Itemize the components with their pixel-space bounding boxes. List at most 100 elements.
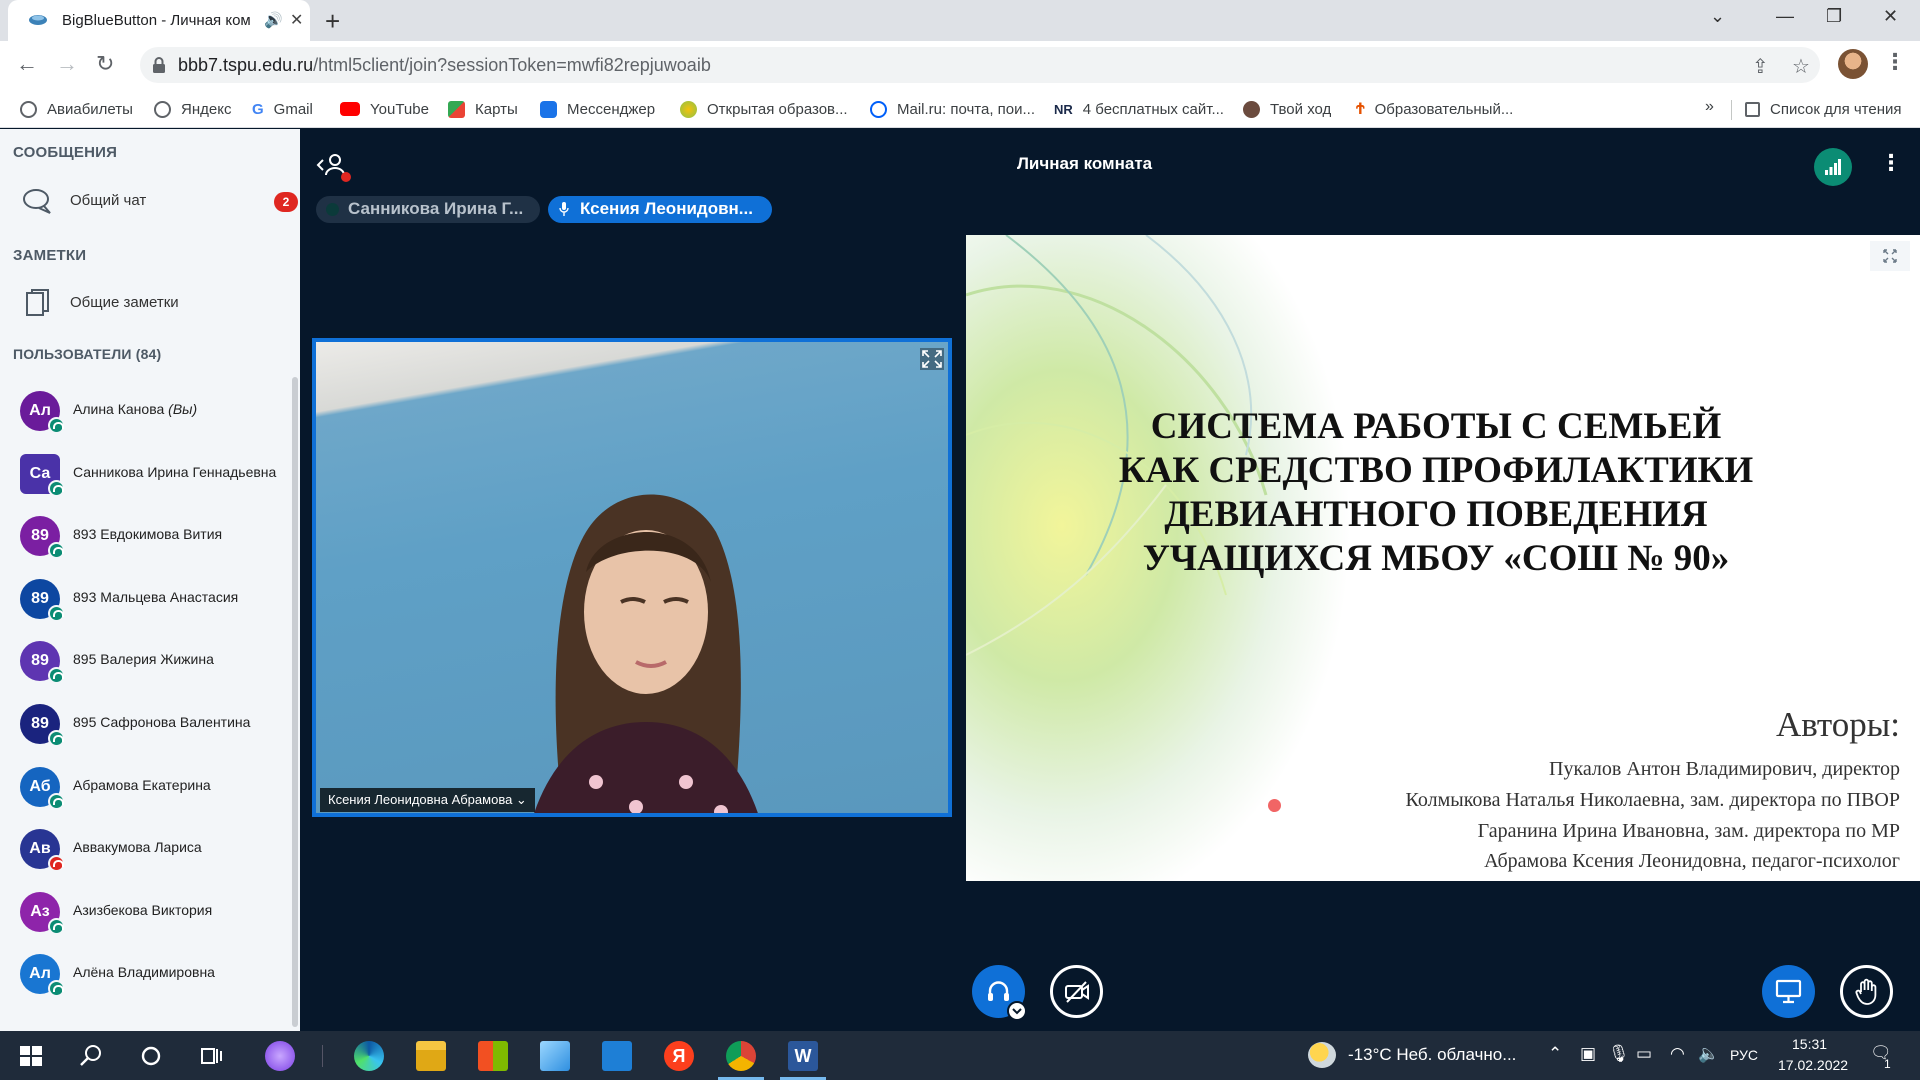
network-app-icon[interactable] [540, 1041, 570, 1071]
notes-icon [26, 289, 49, 316]
edge-icon[interactable] [354, 1041, 384, 1071]
user-name-text: Азизбекова Виктория [73, 901, 213, 918]
users-section-title: ПОЛЬЗОВАТЕЛИ (84) [13, 346, 162, 362]
user-name-text: 895 Валерия Жижина [73, 651, 214, 668]
user-list-item[interactable]: 89 895 Валерия Жижина [20, 633, 290, 685]
file-explorer-icon[interactable] [416, 1041, 446, 1071]
user-name: 895 Сафронова Валентина [73, 714, 250, 730]
user-list-item[interactable]: 89 895 Сафронова Валентина [20, 696, 290, 748]
wifi-icon[interactable]: ◠ [1670, 1044, 1685, 1064]
fullscreen-icon[interactable] [1870, 241, 1910, 271]
user-list-item[interactable]: 89 893 Мальцева Анастасия [20, 571, 290, 623]
presentation-slide[interactable]: СИСТЕМА РАБОТЫ С СЕМЬЕЙ КАК СРЕДСТВО ПРО… [966, 235, 1920, 881]
user-name-text: Алёна Владимировна [73, 964, 215, 981]
talking-indicator[interactable]: Санникова Ирина Г... [316, 196, 540, 223]
close-tab-icon[interactable]: ✕ [290, 10, 303, 30]
webcam-button[interactable] [1050, 965, 1103, 1018]
store-icon[interactable] [478, 1041, 508, 1071]
headphones-icon [48, 604, 65, 622]
notification-count: 1 [1884, 1057, 1891, 1071]
shared-notes-label: Общие заметки [70, 294, 179, 311]
language-indicator[interactable]: РУС [1730, 1047, 1758, 1063]
cortana-icon[interactable] [136, 1041, 166, 1071]
bookmark-item[interactable]: Мессенджер [540, 98, 655, 120]
weather-icon[interactable] [1308, 1042, 1336, 1068]
slide-title-line: СИСТЕМА РАБОТЫ С СЕМЬЕЙ [1150, 406, 1722, 447]
user-list-item[interactable]: Аб Абрамова Екатерина [20, 759, 290, 811]
presentation-button[interactable] [1762, 965, 1815, 1018]
bookmark-item[interactable]: Ϯ Образовательный... [1356, 98, 1513, 120]
bookmark-item[interactable]: Яндекс [154, 98, 231, 120]
forward-button[interactable]: → [56, 51, 78, 77]
word-icon[interactable]: W [788, 1041, 818, 1071]
bookmark-item[interactable]: Открытая образов... [680, 98, 848, 120]
user-list-item[interactable]: Ав Аввакумова Лариса [20, 821, 290, 873]
weather-text[interactable]: -13°C Неб. облачно... [1348, 1045, 1516, 1065]
shared-notes-item[interactable]: Общие заметки [20, 285, 290, 321]
bookmark-item[interactable]: G Gmail [252, 98, 313, 120]
restore-button[interactable]: ❐ [1826, 6, 1842, 27]
close-window-button[interactable]: ✕ [1883, 6, 1898, 27]
bookmarks-more-button[interactable]: » [1705, 98, 1714, 116]
reload-button[interactable]: ↻ [96, 51, 114, 77]
chat-bubble-icon [23, 189, 51, 214]
volume-icon[interactable]: 🔈 [1698, 1044, 1719, 1064]
webcam-user-name[interactable]: Ксения Леонидовна Абрамова ⌄ [320, 788, 535, 812]
user-list-item[interactable]: 89 893 Евдокимова Вития [20, 508, 290, 560]
bookmark-item[interactable]: Твой ход [1243, 98, 1331, 120]
user-list-scrollbar[interactable] [292, 377, 298, 1027]
meeting-area: Личная комната ⋮ Санникова Ирина Г... Кс… [300, 129, 1920, 1031]
clock-time[interactable]: 15:31 [1792, 1036, 1827, 1052]
reading-list-icon [1745, 101, 1760, 117]
speaker-icon[interactable]: 🔊 [264, 11, 283, 29]
meet-now-icon[interactable]: ▣ [1580, 1044, 1596, 1064]
raise-hand-button[interactable] [1840, 965, 1893, 1018]
lock-icon[interactable] [152, 57, 166, 73]
microphone-icon [559, 202, 569, 216]
bookmark-item[interactable]: Карты [448, 98, 518, 120]
chrome-icon[interactable] [726, 1041, 756, 1071]
user-list-item[interactable]: Ал Алёна Владимировна [20, 946, 290, 998]
audio-options-chevron-icon[interactable] [1007, 1001, 1027, 1021]
connection-status-button[interactable] [1814, 148, 1852, 186]
expand-video-icon[interactable] [920, 348, 944, 370]
browser-toolbar: ← → ↻ bbb7.tspu.edu.ru/html5client/join?… [0, 41, 1920, 90]
bookmark-item[interactable]: Авиабилеты [20, 98, 133, 120]
headphones-icon [48, 980, 65, 998]
profile-avatar[interactable] [1838, 49, 1868, 79]
webcam-video[interactable]: Ксения Леонидовна Абрамова ⌄ [312, 338, 952, 817]
bookmark-item[interactable]: Mail.ru: почта, пои... [870, 98, 1035, 120]
tab-search-icon[interactable]: ⌄ [1710, 6, 1725, 27]
user-list-item[interactable]: Аз Азизбекова Виктория [20, 884, 290, 936]
bookmark-item[interactable]: NR 4 бесплатных сайт... [1054, 98, 1224, 120]
options-menu-icon[interactable]: ⋮ [1880, 150, 1902, 176]
mail-icon[interactable] [602, 1041, 632, 1071]
reading-list-button[interactable]: Список для чтения [1745, 98, 1902, 120]
talking-indicator[interactable]: Ксения Леонидовн... [548, 196, 772, 223]
bookmark-item[interactable]: YouTube [340, 98, 429, 120]
public-chat-item[interactable]: Общий чат 2 [20, 183, 298, 219]
search-icon[interactable] [76, 1041, 106, 1071]
new-tab-button[interactable]: + [325, 6, 340, 37]
back-button[interactable]: ← [16, 51, 38, 77]
url-text[interactable]: bbb7.tspu.edu.ru/html5client/join?sessio… [178, 55, 711, 76]
alice-assistant-icon[interactable] [265, 1041, 295, 1071]
show-hidden-icons-icon[interactable]: ⌃ [1548, 1044, 1562, 1064]
browser-tab[interactable]: BigBlueButton - Личная ком 🔊 ✕ [8, 0, 310, 41]
user-list-item[interactable]: Ал Алина Канова (Вы) [20, 383, 290, 435]
battery-icon[interactable]: ▭ [1636, 1044, 1652, 1064]
bbb-favicon-icon [29, 15, 47, 25]
clock-date[interactable]: 17.02.2022 [1778, 1057, 1848, 1073]
chrome-menu-icon[interactable]: ⋮ [1884, 49, 1906, 75]
bookmark-star-icon[interactable]: ☆ [1792, 54, 1810, 79]
user-name: Аввакумова Лариса [73, 839, 202, 855]
windows-start-icon[interactable] [16, 1041, 46, 1071]
share-icon[interactable]: ⇪ [1752, 54, 1769, 79]
task-view-icon[interactable] [196, 1041, 226, 1071]
address-bar[interactable]: bbb7.tspu.edu.ru/html5client/join?sessio… [140, 47, 1820, 83]
microphone-tray-icon[interactable]: 🎙 [1608, 1044, 1630, 1064]
user-list-item[interactable]: Са Санникова Ирина Геннадьевна [20, 446, 290, 498]
minimize-button[interactable]: — [1776, 6, 1794, 27]
yandex-browser-icon[interactable]: Я [664, 1041, 694, 1071]
unread-indicator [341, 172, 351, 182]
